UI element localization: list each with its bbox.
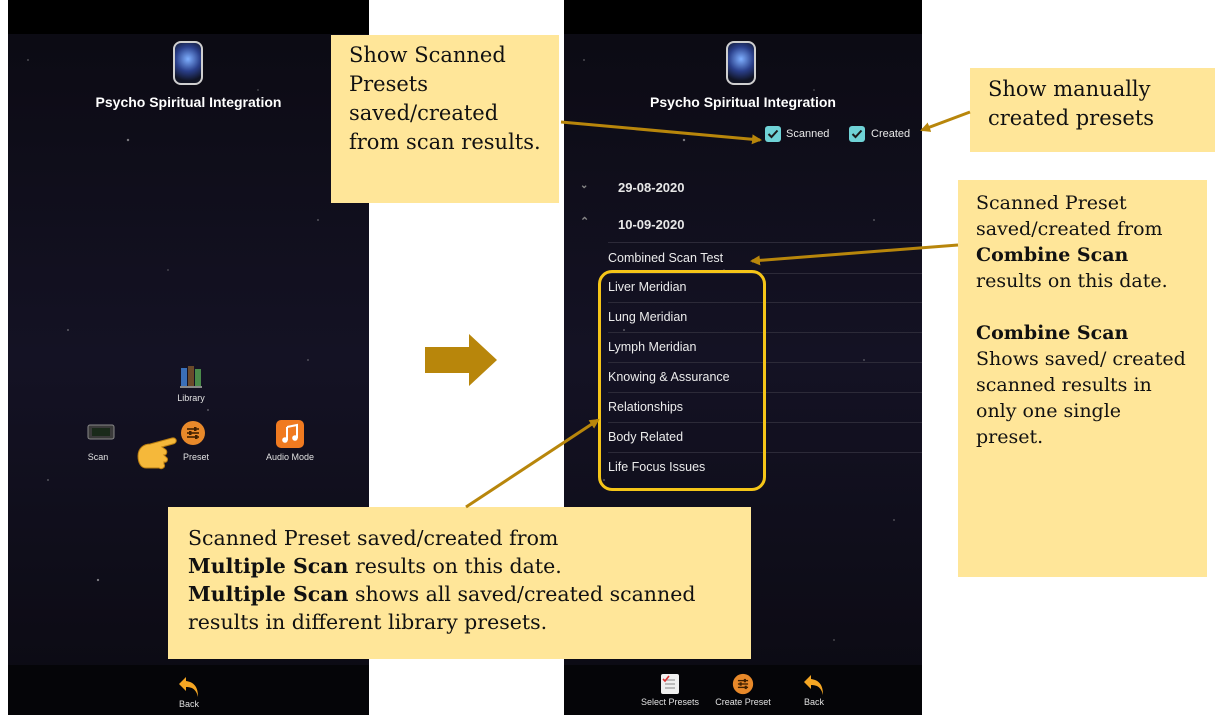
create-preset-button[interactable]: Create Preset [710, 673, 776, 707]
callout-text: Shows saved/ created scanned results in … [976, 348, 1186, 448]
scanned-checkbox[interactable] [765, 126, 781, 142]
callout-text: results on this date. [354, 554, 562, 578]
head-logo-icon [726, 41, 756, 85]
callout-bold: Combine Scan [976, 322, 1129, 344]
callout-text: Show Scanned Presets saved/created from … [349, 43, 541, 154]
pointing-hand-icon [132, 428, 182, 477]
callout-text: results on this date. [976, 270, 1168, 292]
back-label: Back [803, 697, 824, 707]
arrow-to-created-checkbox [920, 110, 971, 132]
created-label: Created [871, 128, 911, 140]
chevron-up-icon: ⌃ [580, 216, 590, 228]
manual-presets-callout: Show manually created presets [970, 68, 1215, 152]
back-label: Back [178, 699, 199, 709]
music-note-icon [276, 420, 304, 448]
date-label: 10-09-2020 [618, 217, 685, 232]
right-arrow-icon [425, 334, 499, 391]
date-group-row[interactable]: ⌄ 29-08-2020 [564, 174, 922, 202]
callout-text: Scanned Preset saved/created from [188, 526, 559, 550]
scanned-presets-callout: Show Scanned Presets saved/created from … [331, 35, 559, 203]
audio-mode-label: Audio Mode [265, 452, 315, 462]
books-icon [180, 366, 202, 388]
back-button[interactable]: Back [174, 675, 204, 709]
back-arrow-icon [179, 677, 198, 697]
combine-scan-callout: Scanned Preset saved/created from Combin… [958, 180, 1207, 577]
back-button[interactable]: Back [799, 673, 829, 707]
app-title: Psycho Spiritual Integration [95, 94, 282, 110]
callout-text: Show manually created presets [988, 77, 1155, 130]
multiple-scan-callout: Scanned Preset saved/created from Multip… [168, 507, 751, 659]
date-group-row[interactable]: ⌃ 10-09-2020 [564, 211, 922, 239]
multiple-scan-highlight [598, 270, 766, 491]
create-preset-label: Create Preset [715, 697, 771, 707]
library-button[interactable] [176, 362, 206, 392]
select-presets-button[interactable]: Select Presets [638, 673, 702, 707]
audio-mode-button[interactable] [276, 420, 304, 448]
back-arrow-icon [804, 675, 823, 695]
callout-text: Scanned Preset saved/created from [976, 192, 1163, 240]
callout-bold: Combine Scan [976, 244, 1129, 266]
callout-bold: Multiple Scan [188, 582, 349, 606]
scan-button[interactable] [86, 420, 116, 444]
chevron-down-icon: ⌄ [580, 180, 589, 191]
preset-label: Preset [182, 452, 209, 462]
library-label: Library [177, 393, 205, 403]
scanned-label: Scanned [786, 128, 830, 140]
sliders-icon [181, 421, 205, 445]
app-title: Psycho Spiritual Integration [650, 94, 836, 110]
status-bar [564, 0, 922, 34]
head-logo-icon [173, 41, 203, 85]
preset-button[interactable] [180, 420, 206, 446]
created-checkbox[interactable] [849, 126, 865, 142]
status-bar [8, 0, 369, 34]
check-icon [767, 129, 779, 139]
select-presets-label: Select Presets [640, 697, 700, 707]
scanner-device-icon [87, 424, 115, 440]
check-icon [851, 129, 863, 139]
date-label: 29-08-2020 [618, 180, 685, 195]
sliders-icon [732, 673, 754, 695]
scan-label: Scan [87, 452, 109, 462]
callout-bold: Multiple Scan [188, 554, 349, 578]
checklist-icon [661, 674, 679, 694]
